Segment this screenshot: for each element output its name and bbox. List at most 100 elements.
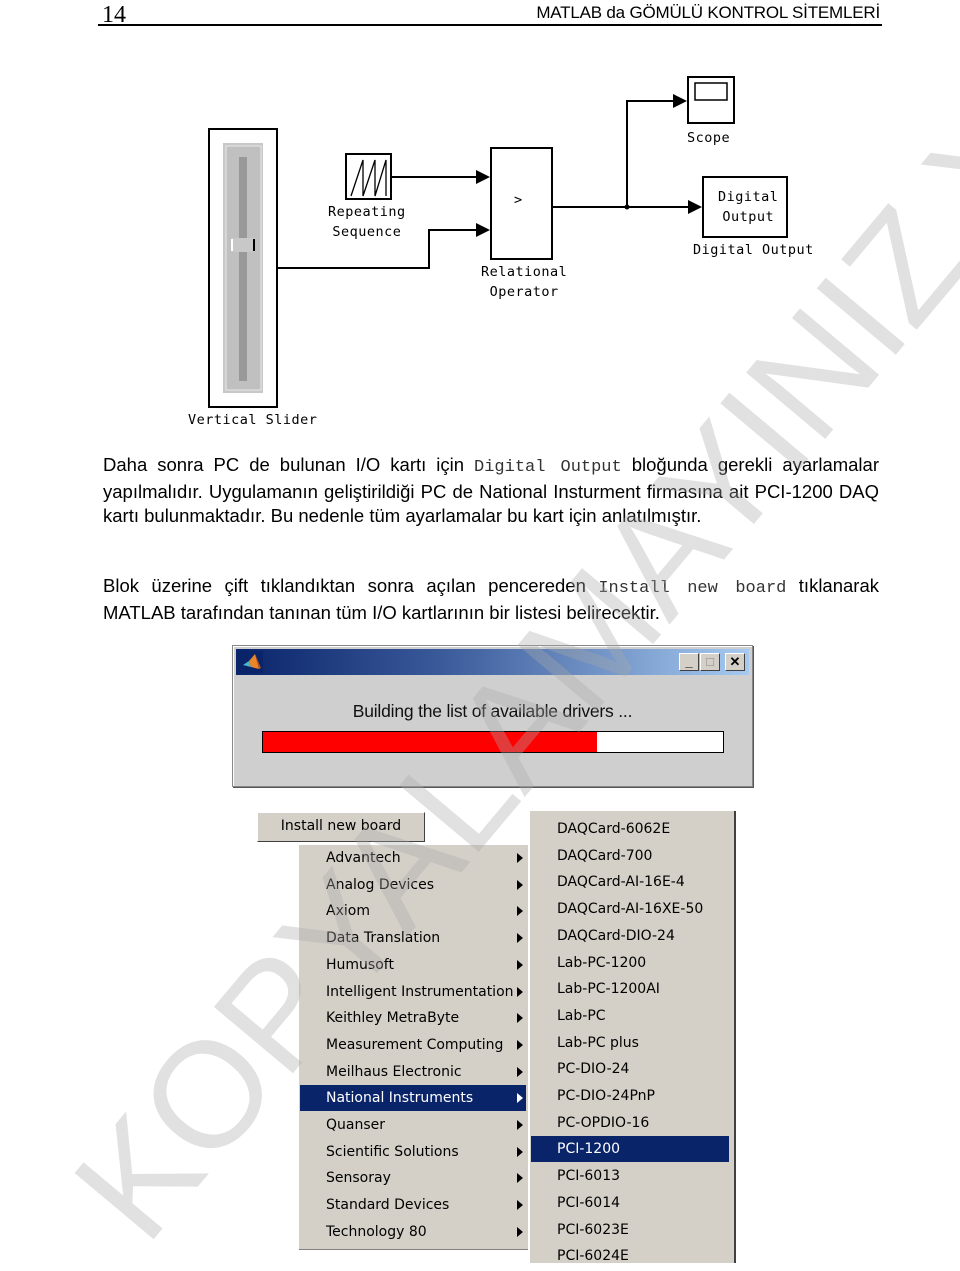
submenu-arrow-icon [517, 986, 523, 997]
menu-item-label: PC-DIO-24PnP [557, 1088, 655, 1104]
vendor-menu: Advantech Analog Devices Axiom Data Transla… [299, 845, 528, 1250]
board-menu-item[interactable]: PC-DIO-24PnP [531, 1083, 729, 1109]
board-menu-item[interactable]: PCI-6013 [531, 1163, 729, 1189]
vendor-menu-item[interactable]: Measurement Computing [300, 1032, 526, 1058]
submenu-arrow-icon [517, 1093, 523, 1104]
menu-item-label: PC-OPDIO-16 [557, 1114, 650, 1131]
board-menu-item[interactable]: DAQCard-700 [531, 843, 729, 869]
vendor-menu-item[interactable]: Analog Devices [300, 872, 526, 898]
menu-item-label: National Instruments [326, 1090, 474, 1107]
board-menu-item[interactable]: Lab-PC-1200 [531, 950, 729, 976]
menu-item-label: Lab-PC plus [557, 1034, 639, 1051]
submenu-arrow-icon [517, 1120, 523, 1130]
submenu-arrow-icon [517, 933, 523, 944]
board-menu-item[interactable]: DAQCard-AI-16XE-50 [531, 896, 729, 922]
label-line: Relational [481, 264, 568, 280]
vendor-menu-item[interactable]: Scientific Solutions [300, 1139, 526, 1165]
menu-item-label: DAQCard-DIO-24 [557, 927, 675, 944]
text: Daha sonra PC de bulunan I/O kartı için [103, 454, 475, 475]
vendor-menu-item[interactable]: Intelligent Instrumentation [300, 979, 526, 1005]
submenu-arrow-icon [517, 853, 523, 863]
board-menu-item[interactable]: PCI-6024E [531, 1243, 729, 1263]
board-menu-item[interactable]: DAQCard-6062E [531, 816, 729, 842]
paragraph-1: Daha sonra PC de bulunan I/O kartı için … [103, 453, 879, 528]
vendor-menu-item[interactable]: Humusoft [300, 952, 526, 978]
inline-code: Digital Output [474, 458, 622, 477]
vertical-slider-block[interactable] [208, 128, 278, 408]
submenu-arrow-icon [517, 1226, 523, 1237]
board-menu-item[interactable]: DAQCard-DIO-24 [531, 923, 729, 949]
vendor-menu-item[interactable]: Standard Devices [300, 1192, 526, 1218]
board-menu-item[interactable]: PCI-6014 [531, 1190, 729, 1216]
menu-item-label: DAQCard-700 [557, 847, 653, 864]
board-submenu: DAQCard-6062E DAQCard-700 DAQCard-AI-16E-4… [529, 811, 736, 1263]
menu-item-label: Data Translation [326, 930, 441, 947]
relational-operator-label: Relational Operator [481, 262, 567, 302]
menu-item-label: Sensoray [326, 1170, 391, 1187]
menu-item-label: DAQCard-AI-16E-4 [557, 874, 685, 891]
inline-code: Install new board [598, 579, 787, 598]
window-titlebar[interactable]: _ □ ✕ [236, 649, 749, 675]
install-new-board-button[interactable]: Install new board [257, 812, 425, 842]
slider-thumb[interactable] [231, 238, 255, 252]
vendor-menu-item[interactable]: Data Translation [300, 925, 526, 951]
branch-point [624, 204, 630, 210]
board-menu-item[interactable]: PC-DIO-24 [531, 1056, 729, 1082]
vendor-menu-item[interactable]: Axiom [300, 898, 526, 924]
vendor-menu-item[interactable]: Sensoray [300, 1165, 526, 1191]
board-menu-item[interactable]: PC-OPDIO-16 [531, 1110, 729, 1136]
diagram-canvas [208, 76, 788, 408]
relational-operator-symbol: > [514, 192, 523, 208]
submenu-arrow-icon [517, 1066, 523, 1077]
label-line: Sequence [332, 224, 402, 240]
menu-item-label: Humusoft [326, 956, 394, 973]
vendor-menu-item[interactable]: Technology 80 [300, 1219, 526, 1245]
submenu-arrow-icon [517, 1200, 523, 1211]
menu-item-label: DAQCard-6062E [557, 821, 671, 837]
menu-item-label: Standard Devices [326, 1197, 450, 1214]
menu-item-label: Measurement Computing [326, 1036, 504, 1053]
menu-item-label: Lab-PC-1200 [557, 954, 647, 971]
label-line: Repeating [328, 204, 406, 220]
menu-item-label: Analog Devices [326, 876, 434, 893]
menu-item-label: Meilhaus Electronic [326, 1063, 462, 1080]
submenu-arrow-icon [517, 906, 523, 917]
menu-item-label: Keithley MetraByte [326, 1010, 460, 1027]
menu-item-label: PCI-6013 [557, 1168, 621, 1185]
vendor-menu-item[interactable]: Advantech [300, 845, 526, 871]
menu-item-label: Scientific Solutions [326, 1143, 459, 1160]
menu-item-label: Quanser [326, 1117, 386, 1133]
board-menu-item[interactable]: DAQCard-AI-16E-4 [531, 869, 729, 895]
menu-item-label: Lab-PC-1200AI [557, 981, 660, 998]
vendor-menu-item[interactable]: National Instruments [300, 1085, 526, 1112]
simulink-diagram: Vertical Slider Repeating Sequence > Rel… [0, 0, 960, 440]
progress-message: Building the list of available drivers .… [352, 701, 633, 721]
label-line: Operator [489, 284, 559, 300]
board-menu-item[interactable]: PCI-6023E [531, 1217, 729, 1243]
vendor-menu-item[interactable]: Quanser [300, 1112, 526, 1138]
menu-item-label: PCI-6024E [557, 1248, 629, 1263]
menu-item-label: Intelligent Instrumentation [326, 983, 514, 1000]
progress-window: _ □ ✕ Building the list of available dri… [232, 645, 753, 787]
menu-item-label: PCI-1200 [557, 1141, 621, 1158]
vertical-slider-label: Vertical Slider [188, 412, 318, 428]
progress-bar [262, 731, 724, 753]
board-menu-item[interactable]: PCI-1200 [531, 1136, 729, 1163]
close-button[interactable]: ✕ [725, 653, 745, 671]
board-menu-item[interactable]: Lab-PC [531, 1003, 729, 1029]
vendor-menu-item[interactable]: Keithley MetraByte [300, 1005, 526, 1031]
scope-block[interactable] [687, 76, 735, 124]
paragraph-2: Blok üzerine çift tıklandıktan sonra açı… [103, 574, 879, 625]
minimize-button[interactable]: _ [679, 653, 699, 671]
board-menu-item[interactable]: Lab-PC-1200AI [531, 976, 729, 1002]
repeating-sequence-block[interactable] [345, 153, 392, 200]
submenu-arrow-icon [517, 1013, 523, 1024]
menu-item-label: PCI-6014 [557, 1194, 621, 1211]
submenu-arrow-icon [517, 879, 523, 890]
maximize-button[interactable]: □ [700, 653, 720, 671]
signal-lines [277, 100, 688, 269]
menu-item-label: Lab-PC [557, 1007, 606, 1024]
vendor-menu-item[interactable]: Meilhaus Electronic [300, 1059, 526, 1085]
board-menu-item[interactable]: Lab-PC plus [531, 1030, 729, 1056]
repeating-sequence-label: Repeating Sequence [328, 202, 406, 242]
